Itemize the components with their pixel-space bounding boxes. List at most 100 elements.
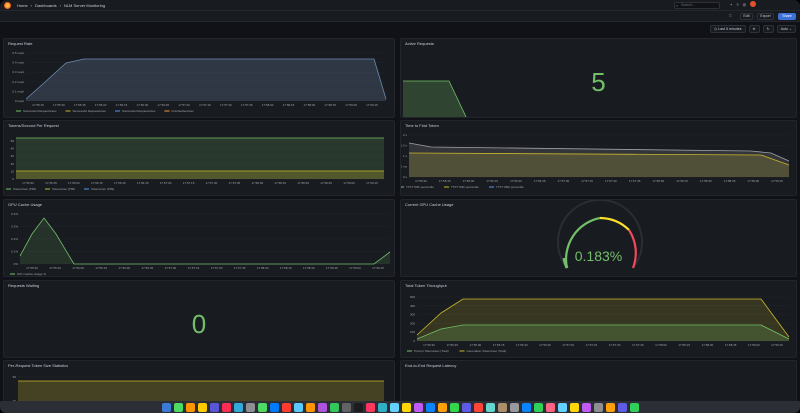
legend-label: Generation Tokens/sec (Total): [467, 349, 507, 353]
dock-app-icon[interactable]: [617, 402, 627, 412]
dock-app-icon[interactable]: [341, 402, 351, 412]
panel-active-requests[interactable]: Active Requests 5: [400, 38, 797, 118]
help-icon[interactable]: ?: [736, 2, 738, 7]
dock-app-icon[interactable]: [329, 402, 339, 412]
breadcrumb-separator: ›: [59, 2, 61, 8]
dock-app-icon[interactable]: [365, 402, 375, 412]
dock-app-icon[interactable]: [449, 402, 459, 412]
dock-app-icon[interactable]: [521, 402, 531, 412]
legend-label: Tokens/sec (P50): [13, 187, 36, 191]
x-tick-label: 17:59:15: [366, 181, 378, 185]
breadcrumb-home[interactable]: Home: [17, 3, 28, 8]
dock-app-icon[interactable]: [413, 402, 423, 412]
edit-button[interactable]: Edit: [740, 13, 753, 20]
dock-app-icon[interactable]: [353, 402, 363, 412]
active-requests-value: 5: [591, 67, 606, 97]
y-tick-label: 0.3 req/s: [12, 70, 24, 74]
dock-app-icon[interactable]: [629, 402, 639, 412]
panel-total-token-throughput[interactable]: Total Token Throughput 500 400 300 200 100 0 1…: [400, 280, 797, 358]
y-tick-label: 0 req/s: [15, 99, 25, 103]
search-placeholder: Search...: [681, 3, 696, 7]
x-tick-label: 17:58:00: [257, 266, 269, 270]
x-tick-label: 17:58:30: [700, 179, 712, 183]
x-tick-label: 17:57:15: [188, 266, 200, 270]
dock-app-icon[interactable]: [209, 402, 219, 412]
news-icon[interactable]: ◎: [743, 2, 747, 7]
x-tick-label: 17:58:00: [655, 343, 667, 347]
dock-app-icon[interactable]: [389, 402, 399, 412]
y-tick-label: 30: [11, 154, 15, 158]
x-tick-label: 17:56:45: [157, 103, 169, 107]
dock-app-icon[interactable]: [173, 402, 183, 412]
dock-app-icon[interactable]: [437, 402, 447, 412]
x-tick-label: 17:55:30: [53, 103, 65, 107]
y-tick-label: 0.5 req/s: [12, 51, 24, 55]
dock-app-icon[interactable]: [281, 402, 291, 412]
share-button[interactable]: Share: [778, 13, 796, 20]
plus-icon[interactable]: +: [730, 2, 732, 7]
y-tick-label: 0.2 req/s: [12, 80, 24, 84]
dock-app-icon[interactable]: [401, 402, 411, 412]
dock-app-icon[interactable]: [233, 402, 243, 412]
x-tick-label: 17:55:30: [22, 181, 34, 185]
star-icon[interactable]: ☆: [728, 13, 732, 19]
panel-requests-waiting[interactable]: Requests Waiting 0: [3, 280, 395, 358]
x-tick-label: 17:58:00: [251, 181, 263, 185]
dock-app-icon[interactable]: [317, 402, 327, 412]
gauge: [557, 200, 643, 269]
x-tick-label: 17:58:30: [297, 181, 309, 185]
x-tick-label: 17:55:30: [415, 179, 427, 183]
refresh-button[interactable]: ↻: [762, 25, 774, 33]
x-tick-label: 17:59:00: [343, 181, 355, 185]
refresh-icon: ↻: [766, 27, 770, 31]
per-request-token-chart: 5040: [13, 375, 384, 404]
time-range-picker[interactable]: ◷ Last 5 minutes: [710, 25, 746, 33]
dock-app-icon[interactable]: [569, 402, 579, 412]
dock-app-icon[interactable]: [461, 402, 471, 412]
zoom-out-button[interactable]: ⊖: [748, 25, 760, 33]
dock-app-icon[interactable]: [497, 402, 507, 412]
y-tick-label: 0.2%: [11, 237, 18, 241]
breadcrumb-dashboards[interactable]: Dashboards: [35, 3, 57, 8]
x-tick-label: 17:56:00: [72, 266, 84, 270]
panel-request-rate[interactable]: Request Rate 0.5 req/s 0.4 req/s 0.3 req/s…: [3, 38, 395, 118]
refresh-interval-picker[interactable]: Auto ⌄: [776, 25, 796, 33]
dock-app-icon[interactable]: [485, 402, 495, 412]
dock-app-icon[interactable]: [533, 402, 543, 412]
dock-app-icon[interactable]: [509, 402, 519, 412]
panel-tokens-per-request[interactable]: Tokens/Second Per Request 50 40 30 20 10 0 17:…: [3, 120, 395, 196]
dock-app-icon[interactable]: [593, 402, 603, 412]
dock-app-icon[interactable]: [377, 402, 387, 412]
grafana-logo-icon[interactable]: [4, 1, 11, 9]
dock-app-icon[interactable]: [305, 402, 315, 412]
x-tick-label: 17:55:45: [45, 181, 57, 185]
x-tick-label: 17:58:45: [724, 179, 736, 183]
panel-gpu-cache-usage[interactable]: GPU Cache Usage 0.4% 0.3% 0.2% 0.1% 0% 17:55:…: [3, 199, 395, 277]
dock-app-icon[interactable]: [269, 402, 279, 412]
avatar[interactable]: [750, 1, 757, 7]
dock-app-icon[interactable]: [245, 402, 255, 412]
y-tick-label: 0 s: [403, 175, 408, 179]
panel-time-to-first-token[interactable]: Time to First Token 2 s1.5 s1 s500 ms0 s…: [400, 120, 797, 196]
dock-app-icon[interactable]: [221, 402, 231, 412]
dock-app-icon[interactable]: [197, 402, 207, 412]
panel-e2e-latency[interactable]: End-to-End Request Latency: [400, 360, 797, 405]
panel-per-request-token-stats[interactable]: Per-Request Token Size Statistics 5040: [3, 360, 395, 405]
dock-app-icon[interactable]: [185, 402, 195, 412]
export-button[interactable]: Export: [757, 13, 774, 20]
dock-app-icon[interactable]: [257, 402, 267, 412]
x-tick-label: 17:58:15: [274, 181, 286, 185]
x-tick-label: 17:57:30: [220, 103, 232, 107]
dock-app-icon[interactable]: [161, 402, 171, 412]
x-tick-label: 17:59:00: [345, 103, 357, 107]
dock-app-icon[interactable]: [581, 402, 591, 412]
dock-app-icon[interactable]: [605, 402, 615, 412]
dock-app-icon[interactable]: [293, 402, 303, 412]
panel-current-gpu-cache[interactable]: Current GPU Cache Usage 0.183%: [400, 199, 797, 277]
search-input[interactable]: ⌕ Search...: [674, 2, 720, 9]
dock-app-icon[interactable]: [473, 402, 483, 412]
dock-app-icon[interactable]: [425, 402, 435, 412]
dock-app-icon[interactable]: [545, 402, 555, 412]
dock-app-icon[interactable]: [557, 402, 567, 412]
panel-title: End-to-End Request Latency: [405, 363, 457, 368]
